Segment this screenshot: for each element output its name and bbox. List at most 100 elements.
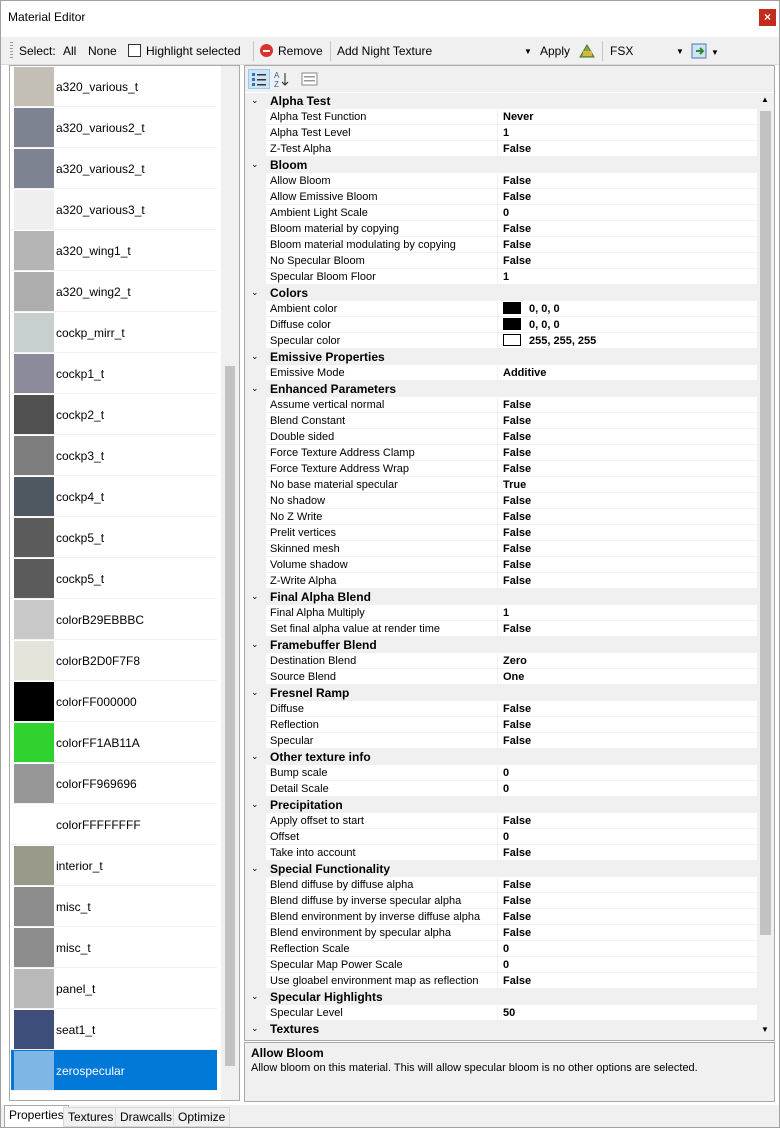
- list-item[interactable]: colorFF1AB11A: [11, 722, 217, 763]
- property-category[interactable]: ⌄ Special Functionality: [245, 861, 757, 877]
- list-item[interactable]: a320_various2_t: [11, 107, 217, 148]
- property-row[interactable]: Reflection Scale 0: [245, 941, 757, 957]
- property-row[interactable]: Blend environment by specular alpha False: [245, 925, 757, 941]
- property-category[interactable]: ⌄ Alpha Test: [245, 93, 757, 109]
- property-row[interactable]: Z-Write Alpha False: [245, 573, 757, 589]
- property-row[interactable]: Blend diffuse by inverse specular alpha F…: [245, 893, 757, 909]
- property-row[interactable]: Specular Map Power Scale 0: [245, 957, 757, 973]
- property-row[interactable]: Offset 0: [245, 829, 757, 845]
- property-value[interactable]: True: [498, 477, 757, 493]
- list-item[interactable]: cockp3_t: [11, 435, 217, 476]
- collapse-icon[interactable]: ⌄: [251, 591, 259, 602]
- property-row[interactable]: Specular Bloom Floor 1: [245, 269, 757, 285]
- close-button[interactable]: ×: [759, 9, 776, 26]
- property-value[interactable]: False: [498, 701, 757, 717]
- scroll-down-icon[interactable]: ▼: [761, 1025, 769, 1034]
- list-item[interactable]: colorB2D0F7F8: [11, 640, 217, 681]
- property-value[interactable]: 255, 255, 255: [498, 333, 757, 349]
- list-item[interactable]: colorB29EBBBC: [11, 599, 217, 640]
- list-item[interactable]: misc_t: [11, 927, 217, 968]
- property-row[interactable]: Double sided False: [245, 429, 757, 445]
- property-row[interactable]: Force Texture Address Clamp False: [245, 445, 757, 461]
- property-row[interactable]: Source Blend One: [245, 669, 757, 685]
- property-value[interactable]: 0: [498, 205, 757, 221]
- list-item[interactable]: cockp_mirr_t: [11, 312, 217, 353]
- property-row[interactable]: Emissive Mode Additive: [245, 365, 757, 381]
- property-value[interactable]: 0: [498, 765, 757, 781]
- property-row[interactable]: No Z Write False: [245, 509, 757, 525]
- property-value[interactable]: False: [498, 429, 757, 445]
- property-value[interactable]: 0, 0, 0: [498, 301, 757, 317]
- collapse-icon[interactable]: ⌄: [251, 751, 259, 762]
- list-item[interactable]: panel_t: [11, 968, 217, 1009]
- property-value[interactable]: False: [498, 493, 757, 509]
- list-scrollbar[interactable]: [221, 66, 239, 1100]
- property-row[interactable]: Skinned mesh False: [245, 541, 757, 557]
- select-all-button[interactable]: All: [63, 42, 76, 60]
- property-row[interactable]: Alpha Test Level 1: [245, 125, 757, 141]
- property-row[interactable]: Final Alpha Multiply 1: [245, 605, 757, 621]
- export-icon[interactable]: [691, 43, 707, 61]
- list-item[interactable]: a320_wing2_t: [11, 271, 217, 312]
- property-value[interactable]: One: [498, 669, 757, 685]
- property-row[interactable]: Specular False: [245, 733, 757, 749]
- property-row[interactable]: Take into account False: [245, 845, 757, 861]
- property-value[interactable]: False: [498, 509, 757, 525]
- tab-properties[interactable]: Properties: [4, 1105, 69, 1127]
- property-category[interactable]: ⌄ Textures: [245, 1021, 757, 1037]
- property-row[interactable]: No shadow False: [245, 493, 757, 509]
- collapse-icon[interactable]: ⌄: [251, 991, 259, 1002]
- list-item[interactable]: interior_t: [11, 845, 217, 886]
- property-row[interactable]: Detail Scale 0: [245, 781, 757, 797]
- property-value[interactable]: False: [498, 525, 757, 541]
- property-row[interactable]: No base material specular True: [245, 477, 757, 493]
- property-value[interactable]: False: [498, 893, 757, 909]
- property-row[interactable]: Ambient Light Scale 0: [245, 205, 757, 221]
- property-row[interactable]: Blend environment by inverse diffuse alp…: [245, 909, 757, 925]
- collapse-icon[interactable]: ⌄: [251, 799, 259, 810]
- list-item[interactable]: a320_various3_t: [11, 189, 217, 230]
- property-category[interactable]: ⌄ Bloom: [245, 157, 757, 173]
- property-row[interactable]: Assume vertical normal False: [245, 397, 757, 413]
- property-value[interactable]: False: [498, 925, 757, 941]
- property-value[interactable]: False: [498, 621, 757, 637]
- tab-drawcalls[interactable]: Drawcalls: [115, 1107, 178, 1127]
- property-value[interactable]: Additive: [498, 365, 757, 381]
- property-value[interactable]: False: [498, 413, 757, 429]
- property-value[interactable]: False: [498, 221, 757, 237]
- tab-textures[interactable]: Textures: [63, 1107, 119, 1127]
- property-row[interactable]: Diffuse color 0, 0, 0: [245, 317, 757, 333]
- property-row[interactable]: Destination Blend Zero: [245, 653, 757, 669]
- list-item[interactable]: cockp2_t: [11, 394, 217, 435]
- remove-button[interactable]: Remove: [260, 42, 323, 60]
- property-category[interactable]: ⌄ Specular Highlights: [245, 989, 757, 1005]
- list-item[interactable]: colorFF969696: [11, 763, 217, 804]
- property-value[interactable]: False: [498, 717, 757, 733]
- property-row[interactable]: Z-Test Alpha False: [245, 141, 757, 157]
- property-value[interactable]: 0, 0, 0: [498, 317, 757, 333]
- property-row[interactable]: Blend Constant False: [245, 413, 757, 429]
- property-row[interactable]: Reflection False: [245, 717, 757, 733]
- property-pages-button[interactable]: [299, 69, 321, 89]
- select-none-button[interactable]: None: [88, 42, 117, 60]
- property-value[interactable]: False: [498, 189, 757, 205]
- property-category[interactable]: ⌄ Colors: [245, 285, 757, 301]
- list-item[interactable]: cockp5_t: [11, 517, 217, 558]
- highlight-selected-checkbox[interactable]: Highlight selected: [128, 42, 241, 60]
- categorized-view-button[interactable]: [248, 69, 270, 89]
- collapse-icon[interactable]: ⌄: [251, 1023, 259, 1034]
- property-value[interactable]: False: [498, 973, 757, 989]
- property-row[interactable]: Apply offset to start False: [245, 813, 757, 829]
- property-value[interactable]: False: [498, 845, 757, 861]
- collapse-icon[interactable]: ⌄: [251, 351, 259, 362]
- property-row[interactable]: Allow Bloom False: [245, 173, 757, 189]
- property-row[interactable]: Prelit vertices False: [245, 525, 757, 541]
- property-row[interactable]: Set final alpha value at render time Fals…: [245, 621, 757, 637]
- list-item[interactable]: a320_various_t: [11, 66, 217, 107]
- list-item[interactable]: a320_various2_t: [11, 148, 217, 189]
- property-category[interactable]: ⌄ Framebuffer Blend: [245, 637, 757, 653]
- property-row[interactable]: Bloom material modulating by copying Fals…: [245, 237, 757, 253]
- property-row[interactable]: Ambient color 0, 0, 0: [245, 301, 757, 317]
- property-value[interactable]: 0: [498, 957, 757, 973]
- property-row[interactable]: Force Texture Address Wrap False: [245, 461, 757, 477]
